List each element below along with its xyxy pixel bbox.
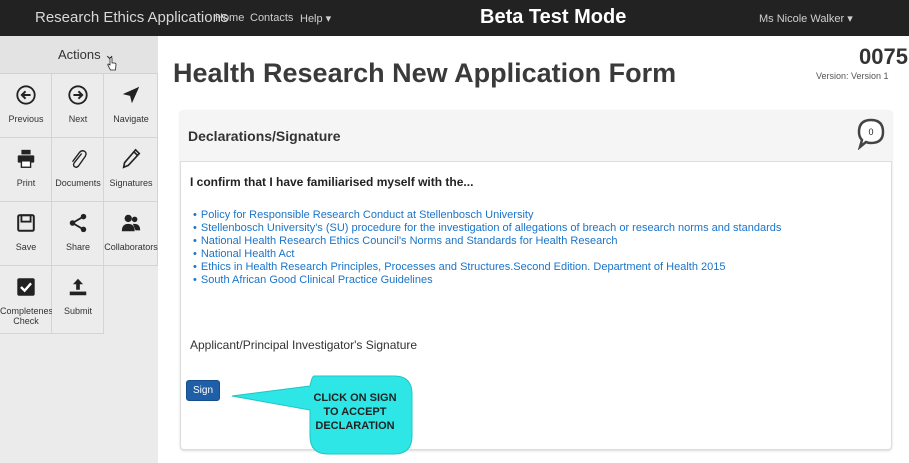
confirm-statement: I confirm that I have familiarised mysel… [190,175,474,189]
printer-icon [17,149,35,168]
save-disk-icon [17,214,35,232]
policy-link-list: • Policy for Responsible Research Conduct… [193,209,781,287]
completeness-check-label: Completeness Check [0,306,58,326]
policy-link[interactable]: • Ethics in Health Research Principles, P… [193,261,781,274]
collaborators-button[interactable]: Collaborators [104,202,158,266]
upload-icon [69,278,87,296]
submit-button[interactable]: Submit [52,266,104,334]
previous-button[interactable]: Previous [0,74,52,138]
nav-contacts-link[interactable]: Contacts [250,12,293,24]
page-title: Health Research New Application Form [173,58,677,88]
navigate-button[interactable]: Navigate [104,74,158,138]
pen-icon [122,148,141,169]
panel-title: Declarations/Signature [188,128,341,144]
beta-mode-banner: Beta Test Mode [480,6,627,28]
next-label: Next [68,114,88,124]
save-button[interactable]: Save [0,202,52,266]
policy-link[interactable]: • National Health Research Ethics Council… [193,235,781,248]
signatures-button[interactable]: Signatures [104,138,158,202]
actions-dropdown[interactable]: Actions ⌄ [0,36,158,74]
user-menu[interactable]: Ms Nicole Walker ▾ [759,12,853,25]
comment-bubble-icon[interactable]: 0 [857,118,885,150]
next-button[interactable]: Next [52,74,104,138]
navigate-label: Navigate [113,114,149,124]
actions-sidebar: Actions ⌄ Previous Next Navigate Print D… [0,36,158,463]
policy-link[interactable]: • National Health Act [193,248,781,261]
arrow-left-circle-icon [16,85,36,105]
policy-link[interactable]: • Stellenbosch University's (SU) procedur… [193,222,781,235]
sign-button[interactable]: Sign [186,380,220,401]
hand-cursor-icon [107,57,117,71]
comment-count: 0 [868,127,873,137]
location-arrow-icon [122,86,140,104]
policy-link[interactable]: • Policy for Responsible Research Conduct… [193,209,781,222]
nav-help-dropdown[interactable]: Help ▾ [300,12,331,25]
documents-button[interactable]: Documents [52,138,104,202]
submit-label: Submit [63,306,92,316]
print-button[interactable]: Print [0,138,52,202]
version-label: Version: Version 1 [816,71,889,81]
print-label: Print [16,178,36,188]
application-number: 0075 [859,44,908,69]
checkbox-icon [17,278,35,296]
previous-label: Previous [8,114,44,124]
users-icon [121,214,141,232]
top-navbar: Research Ethics Applications Home Contac… [0,0,909,36]
completeness-check-button[interactable]: Completeness Check [0,266,58,334]
share-icon [69,213,87,233]
share-label: Share [65,242,91,252]
collaborators-label: Collaborators [104,242,158,252]
callout-text: CLICK ON SIGN TO ACCEPT DECLARATION [313,392,397,432]
arrow-right-circle-icon [68,85,88,105]
save-label: Save [15,242,37,252]
paperclip-icon [71,150,87,168]
brand-link[interactable]: Research Ethics Applications [35,9,228,26]
share-button[interactable]: Share [52,202,104,266]
signature-label: Applicant/Principal Investigator's Signa… [190,338,418,352]
signatures-label: Signatures [109,178,153,188]
nav-home-link[interactable]: Home [215,12,244,24]
documents-label: Documents [55,178,101,188]
policy-link[interactable]: • South African Good Clinical Practice Gu… [193,274,781,287]
